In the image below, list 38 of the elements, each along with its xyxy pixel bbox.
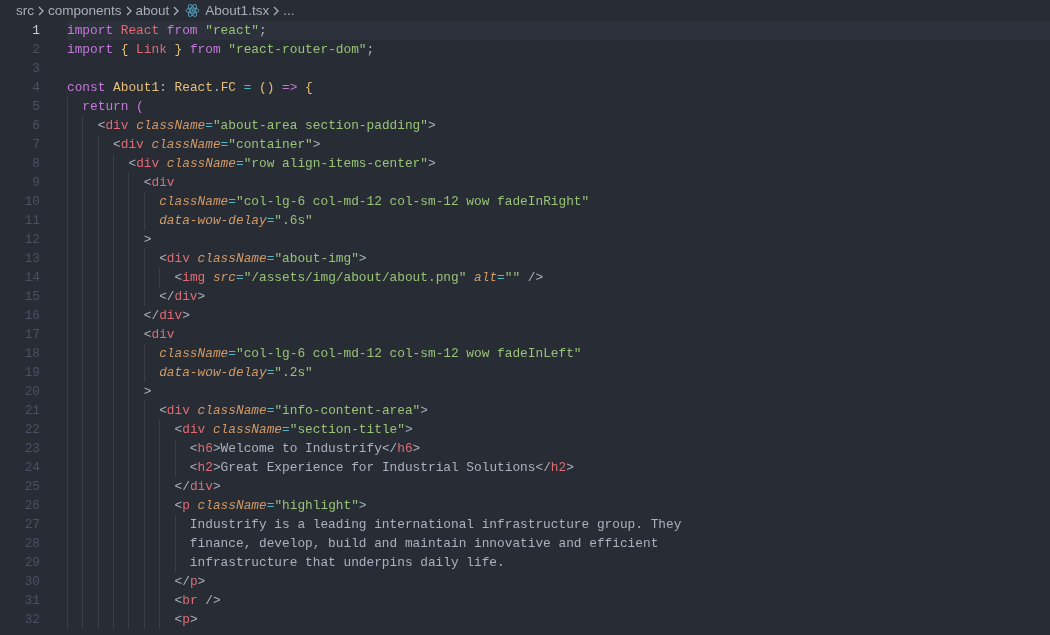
code-line: <br /> xyxy=(173,593,221,608)
breadcrumb-file[interactable]: About1.tsx xyxy=(205,0,270,21)
atom-icon xyxy=(185,3,201,18)
code-line: </div> xyxy=(158,289,206,304)
breadcrumb-folder[interactable]: components xyxy=(48,0,122,21)
code-line: <div className="section-title"> xyxy=(173,422,413,437)
code-line: <div className="info-content-area"> xyxy=(158,403,428,418)
code-line: <img src="/assets/img/about/about.png" alt="" /> xyxy=(173,270,544,285)
code-line: import React from "react"; xyxy=(67,23,267,38)
breadcrumb-folder[interactable]: src xyxy=(16,0,34,21)
code-line: <h6>Welcome to Industrify</h6> xyxy=(188,441,421,456)
code-line: <p className="highlight"> xyxy=(173,498,367,513)
code-line: <div className="container"> xyxy=(112,137,321,152)
line-number: 1 xyxy=(31,22,40,40)
code-line: import { Link } from "react-router-dom"; xyxy=(67,42,375,57)
code-line: infrastructure that underpins daily life. xyxy=(188,555,505,570)
code-line: className="col-lg-6 col-md-12 col-sm-12 wow fadeInLeft" xyxy=(158,346,582,361)
more-button[interactable]: ... xyxy=(283,0,295,21)
code-line: <p> xyxy=(173,612,198,627)
code-line: data-wow-delay=".6s" xyxy=(158,213,313,228)
code-line: </p> xyxy=(173,574,206,589)
code-line: Industrify is a leading international infrastructure group. They xyxy=(188,517,682,532)
code-line: > xyxy=(142,384,152,399)
code-line: <div className="row align-items-center"> xyxy=(127,156,436,171)
code-line: > xyxy=(142,232,152,247)
code-line: </div> xyxy=(142,308,190,323)
code-line: <div xyxy=(142,327,175,342)
code-line: <div className="about-area section-padding"> xyxy=(96,118,436,133)
breadcrumb-folder[interactable]: about xyxy=(135,0,170,21)
code-line: <div className="about-img"> xyxy=(158,251,367,266)
code-line: const About1: React.FC = () => { xyxy=(67,80,313,95)
code-line: <h2>Great Experience for Industrial Solutions</h2> xyxy=(188,460,574,475)
code-line: data-wow-delay=".2s" xyxy=(158,365,313,380)
code-line: finance, develop, build and maintain innovative and efficient xyxy=(188,536,659,551)
code-line: </div> xyxy=(173,479,221,494)
code-line: className="col-lg-6 col-md-12 col-sm-12 wow fadeInRight" xyxy=(158,194,590,209)
code-line: <div xyxy=(142,175,175,190)
code-line: return ( xyxy=(81,99,144,114)
